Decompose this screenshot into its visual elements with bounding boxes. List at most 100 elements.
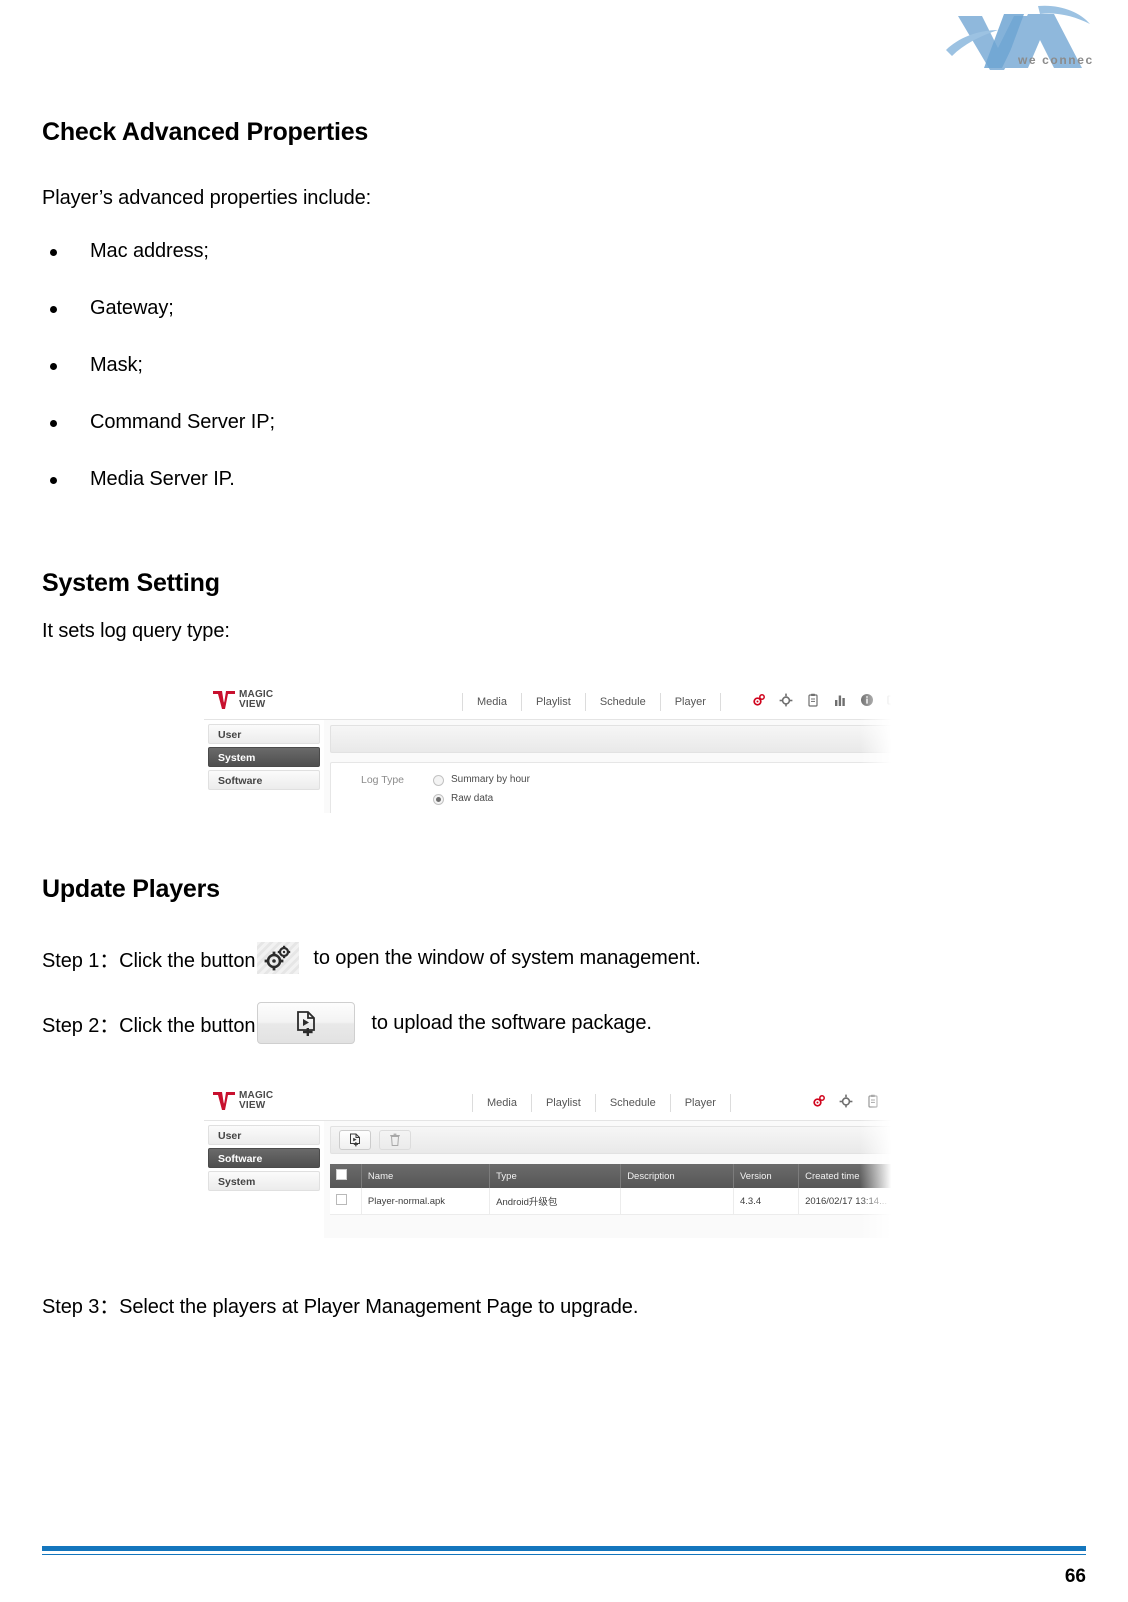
bullet-dot-icon (50, 249, 57, 256)
app-body: User Software System Name Type Descripti… (204, 1121, 894, 1238)
app-sidebar: User System Software (204, 720, 324, 813)
table-header-description[interactable]: Description (620, 1164, 734, 1188)
software-table: Name Type Description Version Created ti… (330, 1164, 894, 1215)
via-tagline: we connect (1017, 53, 1092, 67)
table-header-type[interactable]: Type (489, 1164, 622, 1188)
sidebar-item-system[interactable]: System (208, 1171, 320, 1191)
heading-system-setting: System Setting (42, 569, 220, 597)
magicview-wordmark: MAGIC VIEW (239, 690, 273, 710)
app-icon-bar (752, 693, 894, 707)
table-header-version[interactable]: Version (733, 1164, 800, 1188)
footer-rule-thick (42, 1546, 1086, 1551)
nav-player[interactable]: Player (671, 1094, 731, 1112)
bullet-dot-icon (50, 477, 57, 484)
heading-check-advanced-properties: Check Advanced Properties (42, 118, 369, 146)
screenshot-system-setting: MAGIC VIEW Media Playlist Schedule Playe… (204, 685, 894, 813)
upload-file-button-icon (257, 1002, 356, 1044)
list-item: Mac address; (42, 240, 1052, 263)
upload-file-button[interactable] (339, 1130, 371, 1150)
sidebar-item-user[interactable]: User (208, 1125, 320, 1145)
row-type: Android升级包 (489, 1188, 622, 1215)
nav-media[interactable]: Media (472, 1094, 532, 1112)
nav-playlist[interactable]: Playlist (522, 693, 586, 711)
radio-option-raw-data[interactable]: Raw data (433, 791, 530, 807)
magicview-logo: MAGIC VIEW (212, 1089, 273, 1113)
nav-media[interactable]: Media (462, 693, 522, 711)
gears-button-icon (257, 942, 300, 974)
sidebar-item-system[interactable]: System (208, 747, 320, 767)
paragraph-advanced-intro: Player’s advanced properties include: (42, 187, 372, 209)
gear-icon[interactable] (839, 1094, 853, 1108)
delete-button[interactable] (379, 1130, 411, 1150)
row-created-time: 2016/02/17 13:14... (798, 1188, 894, 1215)
list-item-label: Mac address; (90, 240, 209, 262)
table-header-name[interactable]: Name (361, 1164, 491, 1188)
clipboard-icon[interactable] (866, 1094, 880, 1108)
radio-label: Raw data (451, 793, 494, 804)
page-number: 66 (1064, 1566, 1086, 1587)
app-nav: Media Playlist Schedule Player (462, 685, 721, 719)
list-item-label: Media Server IP. (90, 468, 235, 490)
info-icon[interactable] (860, 693, 874, 707)
nav-schedule[interactable]: Schedule (586, 693, 661, 711)
nav-playlist[interactable]: Playlist (532, 1094, 596, 1112)
sidebar-item-software[interactable]: Software (208, 770, 320, 790)
magicview-line2: VIEW (239, 699, 266, 710)
row-checkbox-cell[interactable] (330, 1188, 362, 1215)
app-main: Name Type Description Version Created ti… (324, 1121, 894, 1238)
gears-red-icon[interactable] (812, 1094, 826, 1108)
gear-icon[interactable] (779, 693, 793, 707)
document-content: Check Advanced Properties Player’s advan… (42, 118, 1052, 1319)
magicview-line2: VIEW (239, 1100, 266, 1111)
heading-update-players: Update Players (42, 875, 220, 903)
sidebar-item-software[interactable]: Software (208, 1148, 320, 1168)
list-item: Gateway; (42, 297, 1052, 320)
magicview-logo: MAGIC VIEW (212, 688, 273, 712)
clipboard-icon[interactable] (806, 693, 820, 707)
list-item-label: Mask; (90, 354, 143, 376)
radio-icon-selected[interactable] (433, 793, 444, 805)
table-header-row: Name Type Description Version Created ti… (330, 1164, 894, 1188)
gears-red-icon[interactable] (752, 693, 766, 707)
list-item: Command Server IP; (42, 411, 1052, 434)
page-header: we connect (0, 0, 1128, 92)
row-name: Player-normal.apk (361, 1188, 491, 1215)
document-page: we connect Check Advanced Properties Pla… (0, 0, 1128, 1602)
bullet-dot-icon (50, 420, 57, 427)
step-1-line: Step 1：Click the button to open the wind… (42, 942, 1052, 974)
step-3-line: Step 3：Select the players at Player Mana… (42, 1296, 639, 1318)
log-type-panel: Log Type Summary by hour Raw data (330, 762, 894, 813)
radio-icon[interactable] (433, 774, 444, 786)
bullet-dot-icon (50, 363, 57, 370)
step-2-text-before: Step 2：Click the button (42, 1014, 256, 1037)
log-type-label: Log Type (361, 774, 405, 786)
nav-schedule[interactable]: Schedule (596, 1094, 671, 1112)
radio-option-summary-by-hour[interactable]: Summary by hour (433, 772, 530, 788)
app-main: Log Type Summary by hour Raw data (324, 720, 894, 813)
bullet-dot-icon (50, 306, 57, 313)
table-header-select-all[interactable] (330, 1164, 362, 1188)
toolbar-strip (330, 1126, 894, 1154)
list-item-label: Command Server IP; (90, 411, 275, 433)
table-header-created-time[interactable]: Created time (798, 1164, 894, 1188)
sidebar-item-user[interactable]: User (208, 724, 320, 744)
app-icon-bar (812, 1094, 880, 1108)
app-sidebar: User Software System (204, 1121, 324, 1238)
step-2-text-after: to upload the software package. (371, 1011, 652, 1034)
nav-player[interactable]: Player (661, 693, 721, 711)
step-1-text-before: Step 1：Click the button (42, 949, 256, 972)
radio-label: Summary by hour (451, 774, 530, 785)
bar-chart-icon[interactable] (833, 693, 847, 707)
checkbox-icon[interactable] (336, 1169, 347, 1180)
app-body: User System Software Log Type Summary by… (204, 720, 894, 813)
step-2-line: Step 2：Click the button to upload the so… (42, 1002, 1052, 1044)
magicview-wordmark: MAGIC VIEW (239, 1091, 273, 1111)
checkbox-icon[interactable] (336, 1194, 347, 1205)
app-nav: Media Playlist Schedule Player (472, 1086, 731, 1120)
monitor-icon[interactable] (887, 693, 894, 707)
table-row[interactable]: Player-normal.apk Android升级包 4.3.4 2016/… (330, 1188, 894, 1215)
paragraph-system-setting-intro: It sets log query type: (42, 620, 230, 642)
screenshot-software-management: MAGIC VIEW Media Playlist Schedule Playe… (204, 1086, 894, 1238)
toolbar-strip (330, 725, 894, 753)
footer-rule-thin (42, 1554, 1086, 1555)
